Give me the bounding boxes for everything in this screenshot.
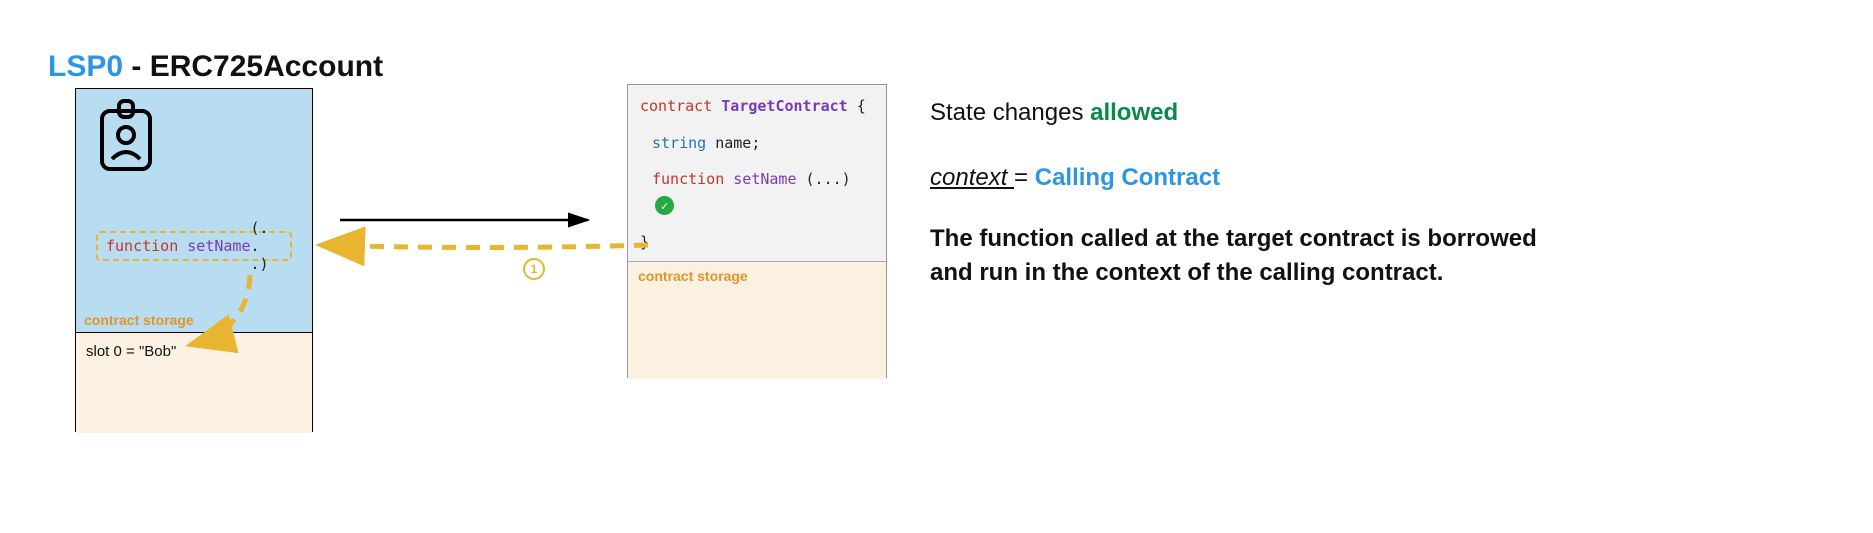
code-brace-close: } [640,231,649,254]
code-var-name: name; [715,134,760,152]
code-contract-name: TargetContract [721,97,847,115]
code-fn-params: (...) [806,170,851,188]
calling-contract-label: Calling Contract [1035,164,1220,191]
fn-keyword: function [106,237,178,255]
context-line: context = Calling Contract [930,161,1570,196]
code-brace-open: { [857,97,866,115]
code-fn-name: setName [733,170,796,188]
calling-contract-top: function setName (. . .) contract storag… [76,89,312,333]
target-contract-card: contract TargetContract { string name; f… [627,84,887,378]
borrowed-function-box: function setName (. . .) [96,231,292,261]
calling-contract-card: function setName (. . .) contract storag… [75,88,313,432]
state-changes-line: State changes allowed [930,96,1570,131]
explanation-paragraph: The function called at the target contra… [930,222,1570,292]
calling-contract-storage: slot 0 = "Bob" [76,333,312,433]
context-label: context [930,164,1014,191]
title-rest: - ERC725Account [123,50,383,83]
right-storage-label: contract storage [628,262,886,379]
explanation-block: State changes allowed context = Calling … [930,96,1570,291]
target-contract-code: contract TargetContract { string name; f… [628,85,886,262]
title-lsp: LSP0 [48,50,123,83]
allowed-label: allowed [1090,99,1178,126]
slot-value: slot 0 = "Bob" [86,343,176,360]
fn-name: setName [187,237,250,255]
code-type-string: string [652,134,706,152]
code-kw-contract: contract [640,97,712,115]
left-storage-label: contract storage [84,312,194,328]
step-number: 1 [531,262,538,276]
step-badge: 1 [523,258,545,280]
code-kw-function: function [652,170,724,188]
fn-params: (. . .) [251,219,283,273]
profile-badge-icon [96,99,156,174]
check-icon: ✓ [655,196,674,215]
page-title: LSP0 - ERC725Account [48,50,383,84]
